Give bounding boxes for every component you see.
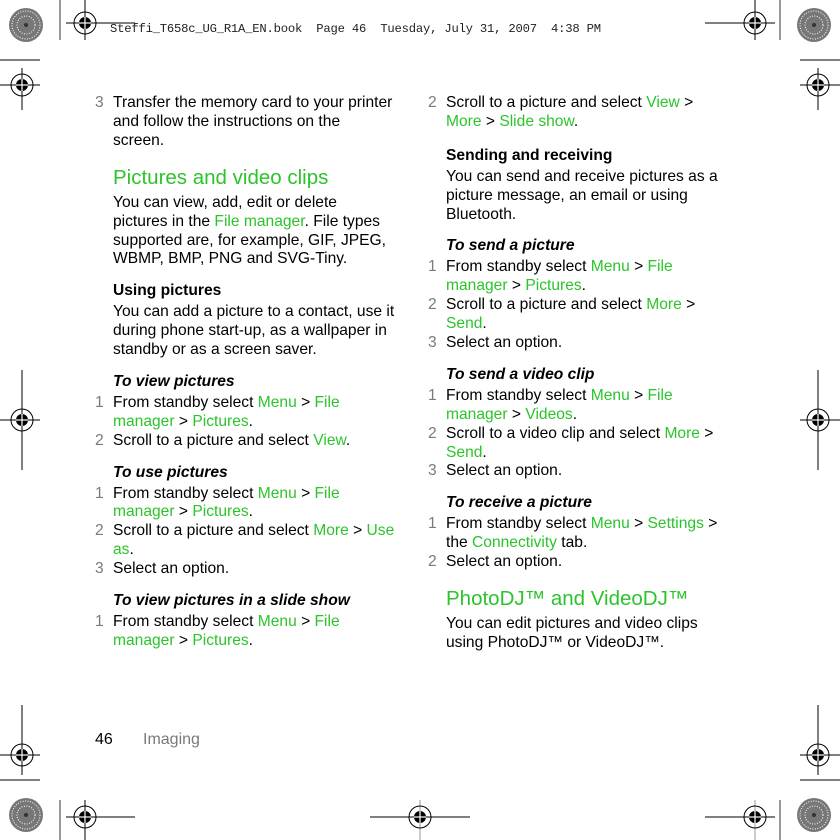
heading-to-send-a-picture: To send a picture <box>446 237 575 255</box>
step-number: 2 <box>428 424 437 442</box>
step-number: 3 <box>95 94 104 111</box>
left-column: 3 Transfer the memory card to your print… <box>95 94 395 651</box>
link-send[interactable]: Send <box>446 444 482 461</box>
step-number: 1 <box>95 612 104 630</box>
link-menu[interactable]: Menu <box>591 258 630 275</box>
step-number: 2 <box>428 94 437 111</box>
link-menu[interactable]: Menu <box>258 485 297 502</box>
step-number: 1 <box>95 484 104 502</box>
list-item: 1 From standby select Menu > File manager… <box>95 612 340 649</box>
step-number: 1 <box>95 393 104 411</box>
list-item: 1 From standby select Menu > File manager… <box>428 258 673 295</box>
step-number: 1 <box>428 515 437 533</box>
link-pictures[interactable]: Pictures <box>192 632 248 649</box>
pictures-intro-paragraph: You can view, add, edit or delete pictur… <box>113 193 387 268</box>
list-item: 2 Scroll to a picture and select View > M… <box>428 94 694 130</box>
heading-to-view-pictures: To view pictures <box>113 372 235 390</box>
list-item: 2 Scroll to a picture and select More > S… <box>428 296 696 333</box>
link-more[interactable]: More <box>664 425 700 442</box>
heading-pictures-and-video-clips: Pictures and video clips <box>113 165 329 189</box>
using-pictures-paragraph: You can add a picture to a contact, use … <box>113 303 395 359</box>
link-more[interactable]: More <box>646 296 682 313</box>
right-column: 2 Scroll to a picture and select View > M… <box>428 94 728 653</box>
list-item: 3 Select an option. <box>428 333 563 351</box>
heading-to-send-a-video-clip: To send a video clip <box>446 365 595 383</box>
link-slide-show[interactable]: Slide show <box>499 113 574 130</box>
link-more[interactable]: More <box>446 113 482 130</box>
link-pictures[interactable]: Pictures <box>192 413 248 430</box>
list-item: 2 Select an option. <box>428 553 563 571</box>
star-target-bottom-right <box>796 797 832 833</box>
star-target-top-right <box>796 7 832 43</box>
star-target-top-left <box>8 7 44 43</box>
list-item: 1 From standby select Menu > File manager… <box>95 484 340 521</box>
list-item: 1 From standby select Menu > Settings > t… <box>428 515 718 552</box>
step-number: 2 <box>428 296 437 314</box>
photodj-paragraph: You can edit pictures and video clips us… <box>446 614 698 651</box>
link-menu[interactable]: Menu <box>591 515 630 532</box>
step-transfer-card: 3 Transfer the memory card to your print… <box>95 94 395 151</box>
link-file-manager[interactable]: File manager <box>214 213 304 230</box>
step-number: 2 <box>428 553 437 571</box>
list-item: 1 From standby select Menu > File manager… <box>95 393 340 430</box>
section-name: Imaging <box>143 731 200 748</box>
list-item: 1 From standby select Menu > File manager… <box>428 386 673 423</box>
heading-to-use-pictures: To use pictures <box>113 463 228 481</box>
link-connectivity[interactable]: Connectivity <box>472 534 557 551</box>
step-number: 3 <box>95 560 104 578</box>
link-menu[interactable]: Menu <box>591 387 630 404</box>
link-videos[interactable]: Videos <box>525 406 572 423</box>
step-text: Transfer the memory card to your printer… <box>113 94 393 149</box>
list-item: 3 Select an option. <box>95 560 230 578</box>
list-item: 2 Scroll to a picture and select More > U… <box>95 522 395 559</box>
link-settings[interactable]: Settings <box>648 515 704 532</box>
page-number: 46 <box>95 731 113 748</box>
heading-sending-and-receiving: Sending and receiving <box>446 146 613 164</box>
link-menu[interactable]: Menu <box>258 613 297 630</box>
step-number: 3 <box>428 333 437 351</box>
heading-photodj-and-videodj: PhotoDJ™ and VideoDJ™ <box>446 586 689 610</box>
sending-receiving-paragraph: You can send and receive pictures as a p… <box>446 167 718 223</box>
link-pictures[interactable]: Pictures <box>192 503 248 520</box>
list-item: 2 Scroll to a picture and select View. <box>95 431 351 449</box>
step-number: 1 <box>428 258 437 276</box>
link-view[interactable]: View <box>646 94 680 111</box>
link-menu[interactable]: Menu <box>258 394 297 411</box>
step-number: 1 <box>428 386 437 404</box>
link-pictures[interactable]: Pictures <box>525 277 581 294</box>
list-item: 2 Scroll to a video clip and select More … <box>428 424 714 461</box>
link-send[interactable]: Send <box>446 315 482 332</box>
step-number: 2 <box>95 522 104 540</box>
star-target-bottom-left <box>8 797 44 833</box>
link-view[interactable]: View <box>313 432 346 449</box>
link-more[interactable]: More <box>313 522 349 539</box>
heading-to-receive-a-picture: To receive a picture <box>446 494 592 512</box>
step-number: 2 <box>95 431 104 449</box>
heading-to-view-slide-show: To view pictures in a slide show <box>113 592 350 610</box>
step-number: 3 <box>428 462 437 480</box>
heading-using-pictures: Using pictures <box>113 282 222 300</box>
list-item: 3 Select an option. <box>428 462 563 480</box>
